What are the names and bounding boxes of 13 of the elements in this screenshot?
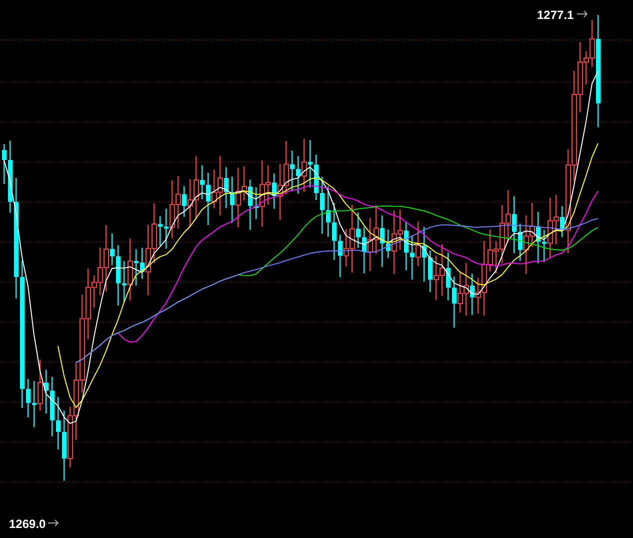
candlestick — [326, 186, 330, 238]
arrow-icon — [576, 10, 588, 18]
candlestick — [56, 396, 60, 450]
high-price-label: 1277.1 — [537, 8, 574, 22]
low-price-label: 1269.0 — [9, 517, 46, 531]
candlestick — [26, 378, 30, 418]
candlestick — [50, 376, 54, 437]
arrow-icon — [48, 520, 59, 526]
candlestick — [332, 202, 336, 260]
candlestick — [320, 176, 324, 234]
candlestick — [116, 244, 120, 306]
candlestick — [2, 144, 6, 184]
candlestick — [314, 154, 318, 201]
